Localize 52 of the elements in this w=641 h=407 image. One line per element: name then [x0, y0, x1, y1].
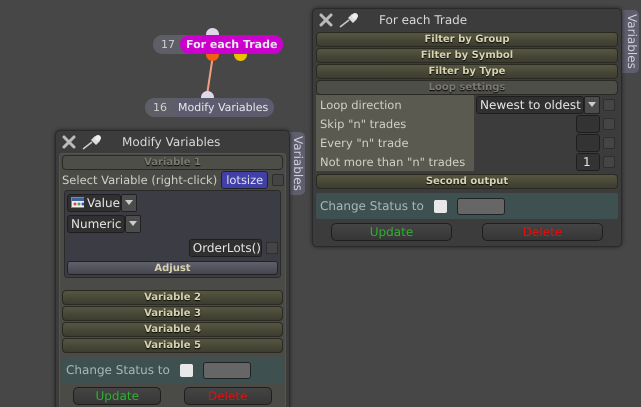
type-dropdown[interactable]: Value — [67, 194, 121, 212]
update-button[interactable]: Update — [73, 387, 162, 405]
panel-title: Modify Variables — [122, 135, 220, 149]
variables-tab[interactable]: Variables — [622, 10, 639, 73]
workflow-node[interactable]: 16 Modify Variables — [145, 98, 274, 117]
number-field[interactable] — [576, 134, 600, 152]
update-button[interactable]: Update — [331, 223, 452, 241]
section-header[interactable]: Variable 5 — [62, 338, 283, 353]
input-port[interactable] — [206, 28, 219, 35]
adjust-button[interactable]: Adjust — [67, 261, 278, 275]
value-icon — [71, 197, 84, 208]
section-header[interactable]: Filter by Group — [316, 32, 618, 47]
node-number: 16 — [152, 101, 168, 114]
setting-label: Every "n" trade — [320, 136, 409, 150]
setting-label: Loop direction — [320, 98, 402, 112]
node-title: For each Trade — [180, 35, 284, 54]
status-label: Change Status to — [320, 199, 424, 213]
input-port[interactable] — [201, 91, 214, 98]
status-label: Change Status to — [66, 363, 170, 377]
output-port[interactable] — [206, 54, 219, 61]
select-variable-label: Select Variable (right-click) — [62, 172, 218, 186]
node-title: Modify Variables — [172, 98, 274, 117]
workflow-node[interactable]: 17 For each Trade — [153, 35, 284, 54]
section-header[interactable]: Filter by Symbol — [316, 48, 618, 63]
function-field[interactable]: OrderLots() — [188, 238, 262, 256]
section-header[interactable]: Variable 4 — [62, 322, 283, 337]
number-field[interactable]: 1 — [576, 152, 600, 170]
panel-title: For each Trade — [379, 13, 468, 27]
close-icon[interactable] — [62, 135, 76, 149]
section-header[interactable]: Second output — [316, 174, 618, 189]
setting-label: Not more than "n" trades — [320, 154, 466, 168]
status-field[interactable] — [457, 198, 505, 214]
loop-direction-dropdown[interactable]: Newest to oldest — [476, 96, 584, 114]
caret-icon[interactable] — [121, 194, 137, 212]
pin-icon[interactable] — [339, 12, 359, 28]
pin-icon[interactable] — [82, 134, 102, 150]
section-header[interactable]: Variable 3 — [62, 306, 283, 321]
section-header[interactable]: Variable 2 — [62, 290, 283, 305]
node-number: 17 — [160, 38, 176, 51]
caret-icon[interactable] — [125, 214, 141, 232]
status-checkbox[interactable] — [434, 200, 447, 212]
number-field[interactable] — [576, 114, 600, 132]
status-checkbox[interactable] — [180, 364, 193, 376]
setting-label: Skip "n" trades — [320, 116, 406, 130]
section-header[interactable]: Filter by Type — [316, 64, 618, 79]
output-port[interactable] — [234, 54, 247, 61]
format-dropdown[interactable]: Numeric — [67, 214, 125, 232]
checkbox[interactable] — [272, 174, 284, 186]
caret-icon[interactable] — [584, 96, 600, 114]
close-icon[interactable] — [319, 13, 333, 27]
variable-name-button[interactable]: lotsize — [221, 170, 268, 188]
status-field[interactable] — [203, 362, 251, 378]
